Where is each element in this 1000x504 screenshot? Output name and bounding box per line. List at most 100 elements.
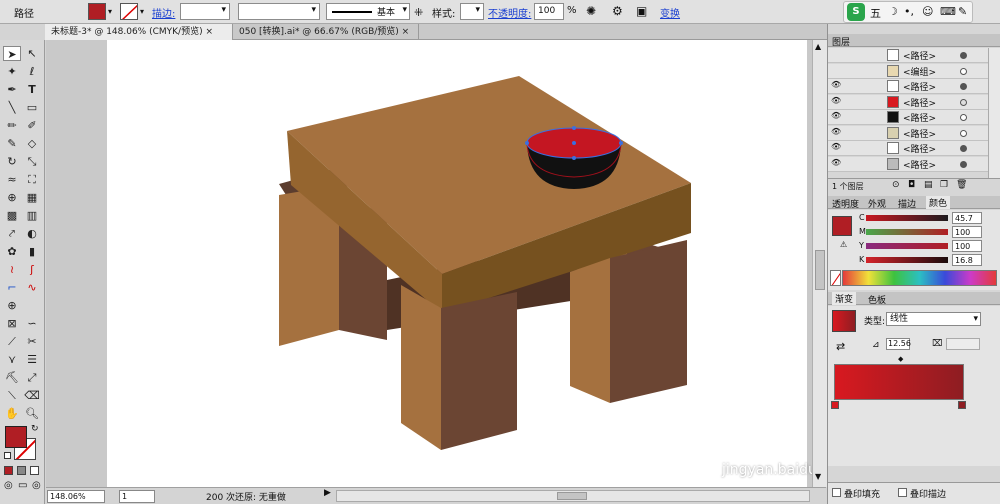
stroke-link[interactable]: 描边: <box>152 5 175 20</box>
tab-gradient[interactable]: 渐变 <box>832 292 857 305</box>
m-value[interactable]: 100 <box>952 226 982 238</box>
line-tool-icon[interactable]: ╲ <box>3 100 21 115</box>
target-icon[interactable] <box>960 52 967 59</box>
ime-mode-icon[interactable]: 五 <box>870 5 881 21</box>
clipping-mask-icon[interactable]: ◘ <box>908 180 915 190</box>
layer-row[interactable]: 👁︎ <路径> <box>828 110 988 125</box>
visibility-eye-icon[interactable]: 👁︎ <box>831 96 841 107</box>
stroke-swatch[interactable] <box>120 3 138 20</box>
layer-row[interactable]: <编组> <box>828 63 988 79</box>
zoom-field[interactable]: 148.06% <box>47 490 105 503</box>
color-fill-swatch[interactable] <box>832 216 852 236</box>
slice-tool-icon[interactable]: ∽ <box>23 316 41 331</box>
symbol-sprayer-tool-icon[interactable]: ✿ <box>3 244 21 259</box>
gradient-swatch[interactable] <box>832 310 856 332</box>
paintbrush-tool-icon[interactable]: ✏ <box>3 118 21 133</box>
artboard-tool-icon[interactable]: ⊠ <box>3 316 21 331</box>
scale-tool-icon[interactable]: ⤡ <box>23 154 41 169</box>
fill-color-box[interactable] <box>5 426 27 448</box>
new-layer-icon[interactable]: ❐ <box>940 180 948 190</box>
visibility-eye-icon[interactable]: 👁︎ <box>831 111 841 122</box>
target-icon[interactable] <box>960 160 967 168</box>
live-paint-select-icon[interactable]: ⤢ <box>23 370 41 385</box>
free-transform-tool-icon[interactable]: ⛶ <box>23 172 41 187</box>
locate-object-icon[interactable]: ⊙ <box>892 180 900 190</box>
y-value[interactable]: 100 <box>952 240 982 252</box>
screen-mode-icon[interactable]: ▭ <box>18 480 27 491</box>
target-icon[interactable] <box>960 129 967 137</box>
color-mode-icon[interactable] <box>4 466 13 475</box>
zoom-tool-icon[interactable]: 🔍︎ <box>23 406 41 421</box>
pencil-tool-icon[interactable]: ✐ <box>23 118 41 133</box>
gradient-stop-left[interactable] <box>831 401 839 409</box>
align-icon[interactable]: ⁜ <box>414 6 423 19</box>
fill-swatch[interactable] <box>88 3 106 20</box>
visibility-eye-icon[interactable]: 👁︎ <box>831 158 841 169</box>
delete-layer-icon[interactable]: 🗑︎ <box>956 180 967 190</box>
tab-050[interactable]: 050 [转换].ai* @ 66.67% (RGB/预览) × <box>233 24 419 40</box>
visibility-eye-icon[interactable]: 👁︎ <box>831 142 841 153</box>
layers-list[interactable]: <路径> <编组> 👁︎ <路径> 👁︎ <路径> 👁︎ <路径> 👁︎ <路径> 👁︎ <路径> 👁︎… <box>828 48 1000 178</box>
eyedropper-tool-icon[interactable]: ⤤ <box>3 226 21 241</box>
hand-tool-icon[interactable]: ✋ <box>3 406 21 421</box>
tab-stroke[interactable]: 描边 <box>898 197 916 210</box>
wrench-icon[interactable]: ✎ <box>958 5 967 18</box>
k-slider[interactable] <box>866 257 948 263</box>
recolor-icon[interactable]: ✺ <box>586 4 596 18</box>
target-icon[interactable] <box>960 145 967 152</box>
layer-row[interactable]: 👁︎ <路径> <box>828 156 988 172</box>
target-icon[interactable]: ⊕ <box>3 298 21 313</box>
c-slider[interactable] <box>866 215 948 221</box>
stroke-dropdown-icon[interactable]: ▾ <box>140 7 144 16</box>
visibility-eye-icon[interactable] <box>831 49 840 60</box>
eraser-tool-icon[interactable]: ◇ <box>23 136 41 151</box>
horizontal-scrollbar[interactable] <box>336 490 810 502</box>
artboard[interactable] <box>107 40 807 487</box>
curvature-tool-icon[interactable]: ∿ <box>23 280 41 295</box>
smile-icon[interactable]: ☺ <box>922 5 933 18</box>
moon-icon[interactable]: ☽ <box>888 5 898 18</box>
knife-tool-icon[interactable]: ⟍ <box>3 388 21 403</box>
pen-tool-icon[interactable]: ✒ <box>3 82 21 97</box>
target-icon[interactable] <box>960 98 967 106</box>
gradient-type-select[interactable]: 线性 ▾ <box>886 312 981 326</box>
play-icon[interactable]: ▶ <box>324 488 331 498</box>
visibility-eye-icon[interactable] <box>831 65 840 76</box>
tab-untitled-3[interactable]: 未标题-3* @ 148.06% (CMYK/预览) × <box>45 24 233 40</box>
draw-mode-icon[interactable]: ◎ <box>4 480 13 491</box>
keyboard-icon[interactable]: ⌨ <box>940 5 956 18</box>
variable-width-field[interactable]: ▾ <box>238 3 320 20</box>
aspect-ratio-input[interactable] <box>946 338 980 350</box>
target-icon[interactable] <box>960 114 967 121</box>
lasso-tool-icon[interactable]: ℓ <box>23 64 41 79</box>
layer-row[interactable]: 👁︎ <路径> <box>828 125 988 141</box>
layers-scrollbar[interactable] <box>988 48 1000 178</box>
reverse-gradient-icon[interactable]: ⇄ <box>836 340 845 353</box>
direct-selection-tool-icon[interactable]: ↖ <box>23 46 41 61</box>
page-field[interactable]: 1 <box>119 490 155 503</box>
layer-row[interactable]: 👁︎ <路径> <box>828 79 988 94</box>
select-similar-icon[interactable]: ▣ <box>636 4 647 18</box>
gradient-stop-right[interactable] <box>958 401 966 409</box>
tab-color[interactable]: 颜色 <box>926 196 951 209</box>
width-tool-icon[interactable]: ≀ <box>3 262 21 277</box>
canvas-area[interactable]: ✓ jingyan.baidu.com <box>46 40 812 487</box>
punctuation-icon[interactable]: •, <box>904 5 914 18</box>
tab-transparency[interactable]: 透明度 <box>832 197 859 210</box>
midpoint-marker-icon[interactable]: ◆ <box>898 355 903 363</box>
warp-tool-icon[interactable]: ≈ <box>3 172 21 187</box>
eraser-tool-icon[interactable]: ⌫ <box>23 388 41 403</box>
mesh-tool-icon[interactable]: ▩ <box>3 208 21 223</box>
puppet-warp-tool-icon[interactable]: ⋎ <box>3 352 21 367</box>
rectangle-tool-icon[interactable]: ▭ <box>23 100 41 115</box>
perspective-grid-tool-icon[interactable]: ▦ <box>23 190 41 205</box>
graphic-style-field[interactable]: ▾ <box>460 3 484 20</box>
anchor-tool-icon[interactable]: ⌐ <box>3 280 21 295</box>
opacity-input[interactable]: 100 <box>534 3 564 20</box>
draw-inside-icon[interactable]: ◎ <box>32 480 41 491</box>
type-tool-icon[interactable]: T <box>23 82 41 97</box>
layer-row[interactable]: <路径> <box>828 48 988 63</box>
color-spectrum[interactable] <box>842 270 997 286</box>
default-colors-icon[interactable] <box>4 452 11 459</box>
target-icon[interactable] <box>960 83 967 90</box>
